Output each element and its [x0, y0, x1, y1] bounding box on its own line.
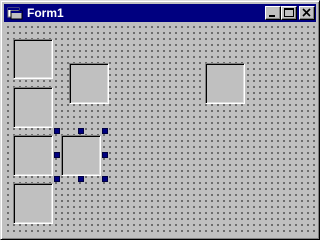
resize-handle-top-left[interactable]	[54, 128, 60, 134]
window-title: Form1	[27, 6, 64, 20]
frame-control-5[interactable]	[13, 135, 53, 176]
close-button[interactable]	[299, 6, 315, 20]
resize-handle-top-right[interactable]	[102, 128, 108, 134]
frame-control-7[interactable]	[13, 183, 53, 224]
resize-handle-bottom-left[interactable]	[54, 176, 60, 182]
resize-handle-top[interactable]	[78, 128, 84, 134]
frame-control-3[interactable]	[205, 63, 245, 104]
frame-control-4[interactable]	[13, 87, 53, 128]
resize-handle-left[interactable]	[54, 152, 60, 158]
form-design-surface[interactable]	[5, 24, 316, 236]
resize-handle-right[interactable]	[102, 152, 108, 158]
maximize-icon	[284, 8, 294, 17]
resize-handle-bottom-right[interactable]	[102, 176, 108, 182]
frame-selected[interactable]	[61, 135, 101, 176]
title-bar[interactable]: Form1	[4, 4, 316, 22]
close-icon	[302, 8, 311, 17]
form-icon	[7, 7, 23, 20]
resize-handle-bottom[interactable]	[78, 176, 84, 182]
minimize-icon	[269, 15, 275, 17]
frame-control-1[interactable]	[13, 39, 53, 79]
frame-control-2[interactable]	[69, 63, 109, 104]
maximize-button[interactable]	[281, 6, 297, 20]
form1-window: Form1	[0, 0, 320, 240]
minimize-button[interactable]	[265, 6, 281, 20]
